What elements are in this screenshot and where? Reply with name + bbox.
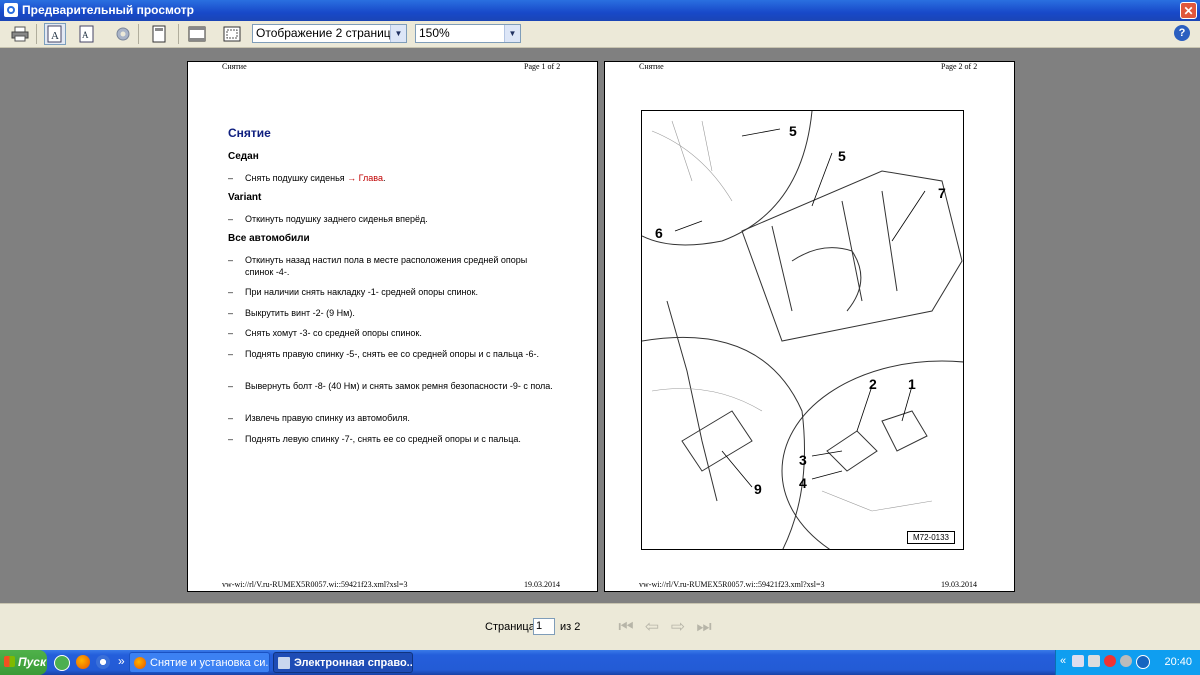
callout-number: 3 — [799, 452, 807, 468]
title-bar: Предварительный просмотр ✕ — [0, 0, 1200, 21]
page-number-input[interactable]: 1 — [533, 618, 555, 635]
windows-logo-icon — [4, 656, 15, 667]
section-heading: Variant — [228, 192, 262, 203]
shield-icon[interactable] — [1136, 655, 1150, 669]
list-item: – Вывернуть болт -8- (40 Нм) и снять замо… — [228, 381, 553, 391]
network-icon[interactable] — [1072, 655, 1084, 667]
page-header-left: Снятие — [222, 62, 247, 71]
fit-page-button[interactable]: A — [44, 23, 66, 45]
window-title: Предварительный просмотр — [22, 3, 194, 17]
svg-text:A: A — [82, 30, 89, 40]
page-label: Страница — [485, 621, 535, 633]
document-a-icon: A — [47, 25, 62, 43]
browser-icon[interactable] — [96, 655, 110, 669]
zoom-value: 150% — [419, 26, 450, 40]
section-heading: Седан — [228, 151, 259, 162]
fit-width-button[interactable]: A — [76, 23, 98, 45]
single-page-icon — [152, 25, 166, 43]
page-frame-icon — [223, 26, 241, 42]
list-item: – Откинуть назад настил пола в месте расп… — [228, 255, 528, 277]
callout-number: 1 — [908, 376, 916, 392]
page-footer-right: 19.03.2014 — [524, 580, 560, 589]
callout-number: 4 — [799, 475, 807, 491]
last-page-icon[interactable]: ⏭ — [694, 617, 714, 637]
section-heading: Все автомобили — [228, 233, 310, 244]
callout-number: 2 — [869, 376, 877, 392]
page-count-label: из 2 — [560, 621, 581, 633]
page-navigation-bar: Страница 1 из 2 ⏮ ⇦ ⇨ ⏭ — [0, 603, 1200, 651]
list-item: – Поднять левую спинку -7-, снять ее со с… — [228, 434, 521, 444]
zoom-select[interactable]: 150% ▼ — [415, 24, 521, 43]
clock: 20:40 — [1164, 656, 1192, 668]
taskbar-item-help[interactable]: Электронная справо... — [273, 652, 413, 673]
taskbar-item-firefox[interactable]: Снятие и установка си... — [129, 652, 270, 673]
list-item: – Выкрутить винт -2- (9 Нм). — [228, 308, 355, 318]
page-header-right: Page 1 of 2 — [524, 62, 561, 71]
list-item: – Откинуть подушку заднего сиденья вперёд… — [228, 214, 428, 224]
gear-icon — [116, 27, 130, 41]
callout-number: 9 — [754, 481, 762, 497]
view-mode-value: Отображение 2 страниц — [256, 26, 391, 40]
document-icon — [278, 657, 290, 669]
callout-number: 6 — [655, 225, 663, 241]
system-tray: « 20:40 — [1055, 650, 1200, 675]
toolbar: A A Отображение 2 страниц ▼ 150% ▼ ? — [0, 21, 1200, 48]
list-item: – Поднять правую спинку -5-, снять ее со … — [228, 349, 540, 359]
quick-launch-more[interactable]: » — [118, 654, 125, 668]
help-icon[interactable]: ? — [1174, 25, 1190, 41]
list-item: – Снять хомут -3- со средней опоры спинок… — [228, 328, 422, 338]
seat-diagram: 5 5 7 6 2 1 3 4 9 M72-0133 — [641, 110, 964, 550]
taskbar: Пуск » Снятие и установка си... Электрон… — [0, 650, 1200, 675]
callout-number: 5 — [838, 148, 846, 164]
close-button[interactable]: ✕ — [1180, 2, 1197, 19]
printer-icon — [11, 26, 29, 42]
page-header-right: Page 2 of 2 — [941, 62, 978, 71]
list-item: – При наличии снять накладку -1- средней … — [228, 287, 478, 297]
header-footer-button[interactable] — [186, 23, 208, 45]
page-footer-right: 19.03.2014 — [941, 580, 977, 589]
volume-icon[interactable] — [1088, 655, 1100, 667]
page-setup-button[interactable] — [112, 23, 134, 45]
svg-text:A: A — [51, 30, 59, 42]
app-icon — [4, 3, 18, 17]
next-page-icon[interactable]: ⇨ — [668, 617, 688, 637]
page-footer-left: vw-wi://rl/V.ru-RUMEX5R0057.wi::59421f23… — [222, 580, 408, 589]
print-button[interactable] — [9, 23, 31, 45]
start-button[interactable]: Пуск — [0, 650, 47, 675]
chevron-down-icon[interactable]: ▼ — [390, 25, 406, 42]
preview-page-2: Снятие Page 2 of 2 5 5 7 6 2 1 3 4 9 M72… — [604, 61, 1015, 592]
page-footer-left: vw-wi://rl/V.ru-RUMEX5R0057.wi::59421f23… — [639, 580, 825, 589]
firefox-icon[interactable] — [76, 655, 90, 669]
first-page-icon[interactable]: ⏮ — [616, 617, 636, 637]
firefox-icon — [134, 657, 146, 669]
update-icon[interactable] — [1120, 655, 1132, 667]
chevron-down-icon[interactable]: ▼ — [504, 25, 520, 42]
prev-page-icon[interactable]: ⇦ — [642, 617, 662, 637]
torrent-icon[interactable] — [54, 655, 70, 671]
security-alert-icon[interactable] — [1104, 655, 1116, 667]
preview-page-1: Снятие Page 1 of 2 Снятие Седан – Снять … — [187, 61, 598, 592]
chapter-link[interactable]: → Глава — [347, 173, 383, 183]
callout-number: 5 — [789, 123, 797, 139]
document-a-small-icon: A — [79, 25, 94, 43]
header-footer-icon — [188, 26, 206, 42]
list-item: – Извлечь правую спинку из автомобиля. — [228, 413, 410, 423]
page-header-left: Снятие — [639, 62, 664, 71]
view-mode-select[interactable]: Отображение 2 страниц ▼ — [252, 24, 407, 43]
tray-expand-button[interactable]: « — [1060, 655, 1066, 667]
callout-number: 7 — [938, 185, 946, 201]
figure-code: M72-0133 — [906, 531, 955, 544]
page-frame-button[interactable] — [221, 23, 243, 45]
single-page-button[interactable] — [148, 23, 170, 45]
list-item: – Снять подушку сиденья → Глава. — [228, 173, 386, 183]
document-title: Снятие — [228, 126, 271, 140]
